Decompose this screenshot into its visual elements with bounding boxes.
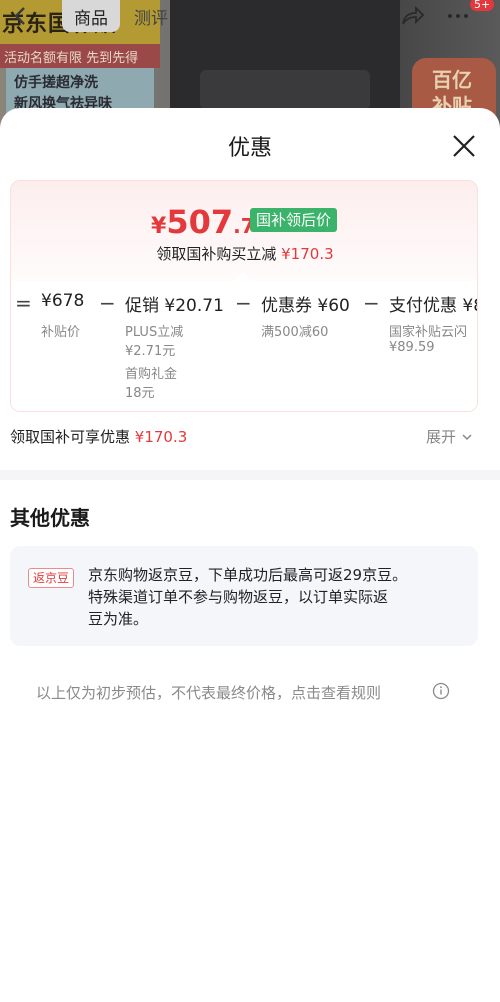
breakdown-op: − [363,291,380,315]
price-breakdown: = ¥678 补贴价 − 促销 ¥20.71 PLUS立减 ¥2.71元 首购礼… [11,273,478,411]
sheet-title: 优惠 [227,136,272,161]
more-icon[interactable] [444,2,472,30]
subsidy-row: 领取国补可享优惠 ¥170.3 [10,426,187,447]
subsidy-price-tag: 国补领后价 [250,208,338,232]
price-subtext: 领取国补购买立减 ¥170.3 [11,243,477,264]
rules-footnote[interactable]: 以上仅为初步预估，不代表最终价格，点击查看规则 [36,682,381,703]
promo-line-1: 仿手搓超净洗 [14,75,98,91]
jd-bean-line: 豆为准。 [88,610,149,628]
jd-bean-line: 京东购物返京豆，下单成功后最高可返29京豆。 [88,566,408,584]
price-subtext-label: 领取国补购买立减 [156,245,277,263]
expand-label: 展开 [426,428,457,446]
breakdown-payment-detail: ¥89.59 [389,340,435,355]
breakdown-payment: 支付优惠 ¥8 [389,296,478,316]
info-icon[interactable] [432,682,450,700]
breakdown-base-price: ¥678 [41,291,85,311]
expand-button[interactable]: 展开 [426,426,473,447]
breakdown-promo-detail: ¥2.71元 [125,344,176,359]
final-price: ¥507.7 [151,203,255,241]
more-count-badge: 5+ [470,0,495,11]
jd-bean-tag: 返京豆 [28,568,75,588]
breakdown-promo: 促销 ¥20.71 [125,296,224,316]
breakdown-base-label: 补贴价 [41,325,81,340]
breakdown-promo-detail: 18元 [125,386,155,401]
product-panel [200,70,370,110]
price-subtext-amount: ¥170.3 [281,245,334,263]
breakdown-coupon-detail: 满500减60 [261,325,329,340]
breakdown-op: − [99,291,116,315]
breakdown-caret [235,273,251,281]
jd-bean-line: 特殊渠道订单不参与购物返豆，以订单实际返 [88,588,389,606]
breakdown-coupon: 优惠券 ¥60 [261,296,350,316]
final-price-integer: 507 [166,203,234,241]
close-icon[interactable] [446,128,482,164]
subsidy-badge-line-1: 百亿 [432,68,472,92]
chevron-down-icon [462,434,472,441]
jd-bean-text: 京东购物返京豆，下单成功后最高可返29京豆。 特殊渠道订单不参与购物返豆，以订单… [88,564,464,630]
discount-sheet: 优惠 ¥507.7 国补领后价 领取国补购买立减 ¥170.3 = ¥678 补… [0,108,500,1002]
final-price-currency: ¥ [151,214,167,239]
share-icon[interactable] [398,2,426,30]
breakdown-payment-detail: 国家补贴云闪 [389,325,468,340]
tab-product[interactable]: 商品 [62,0,120,32]
other-discounts-title: 其他优惠 [10,506,90,530]
breakdown-op: − [235,291,252,315]
section-divider [0,470,500,480]
breakdown-op: = [15,291,32,315]
tab-review[interactable]: 测评 [122,0,180,32]
promo-redbar-text: 活动名额有限 先到先得 [4,51,139,66]
price-card: ¥507.7 国补领后价 领取国补购买立减 ¥170.3 = ¥678 补贴价 … [10,180,478,412]
back-icon[interactable] [10,4,32,28]
breakdown-promo-detail: 首购礼金 [125,367,178,382]
subsidy-row-amount: ¥170.3 [134,428,188,446]
star-icon[interactable] [354,2,382,30]
breakdown-promo-detail: PLUS立减 [125,325,184,340]
jd-bean-card: 返京豆 京东购物返京豆，下单成功后最高可返29京豆。 特殊渠道订单不参与购物返豆… [10,546,478,646]
subsidy-row-label: 领取国补可享优惠 [10,428,131,446]
